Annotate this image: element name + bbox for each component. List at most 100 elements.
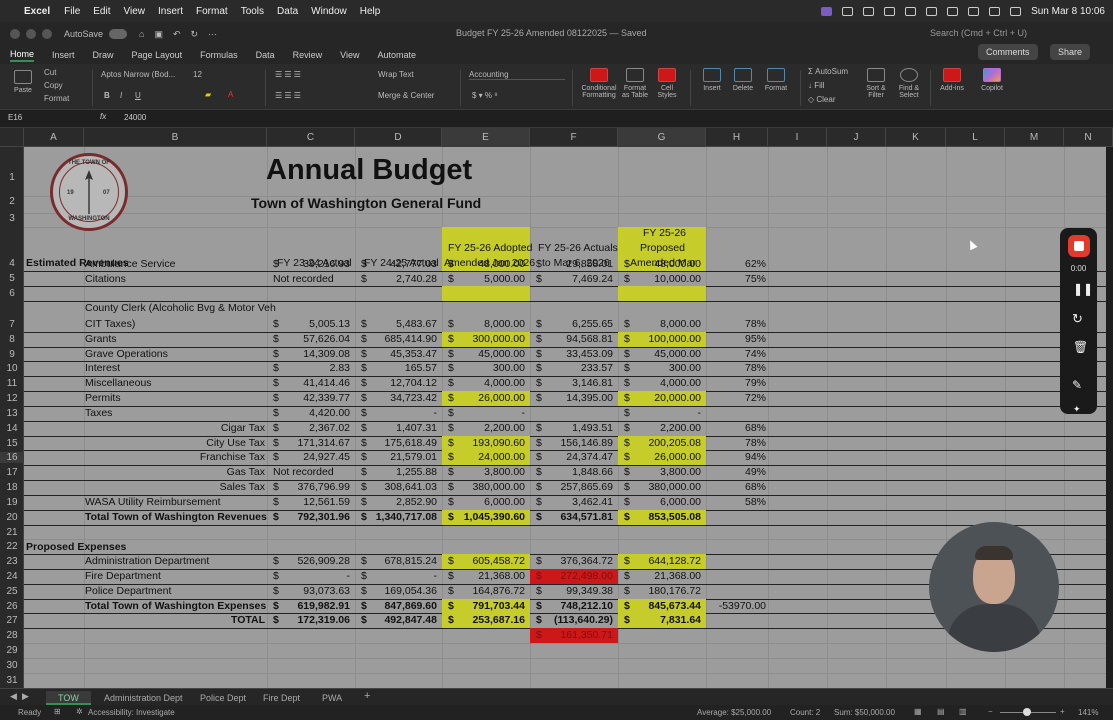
cell-c[interactable]: 526,909.28 — [281, 555, 350, 568]
column-header-c[interactable]: C — [267, 128, 355, 147]
row-header[interactable]: 20 — [0, 512, 24, 523]
cell-g[interactable]: 100,000.00 — [632, 333, 701, 346]
menu-format[interactable]: Format — [196, 6, 228, 17]
cell-c[interactable]: 376,796.99 — [281, 481, 350, 494]
format-as-table-button[interactable]: Format as Table — [620, 68, 650, 99]
cell-d[interactable]: - — [369, 570, 438, 583]
cell-h[interactable]: 72% — [706, 392, 766, 405]
search-input[interactable]: Search (Cmd + Ctrl + U) — [930, 28, 1027, 38]
clear-button[interactable]: ◇ Clear — [808, 95, 836, 104]
menu-file[interactable]: File — [64, 6, 80, 17]
cell-d[interactable]: 2,852.90 — [369, 496, 437, 509]
row-header[interactable]: 21 — [0, 527, 24, 538]
row-header[interactable]: 23 — [0, 556, 24, 567]
wrap-text-button[interactable]: Wrap Text — [378, 70, 414, 79]
cell-d[interactable]: - — [369, 407, 438, 420]
row-label[interactable]: WASA Utility Reimbursement — [85, 496, 221, 509]
restart-icon[interactable]: ↻ — [1072, 311, 1083, 327]
pause-icon[interactable]: ❚❚ — [1073, 282, 1093, 296]
menubar-clock[interactable]: Sun Mar 8 10:06 — [1031, 6, 1105, 17]
screen-record-icon[interactable] — [821, 6, 833, 16]
cell-e[interactable]: - — [456, 407, 526, 420]
comments-button[interactable]: Comments — [978, 44, 1038, 60]
tab-draw[interactable]: Draw — [93, 50, 114, 60]
zoom-in-icon[interactable]: + — [1060, 707, 1065, 716]
cell-h[interactable]: 75% — [706, 273, 766, 286]
font-color-icon[interactable]: A — [228, 90, 233, 99]
menu-data[interactable]: Data — [277, 6, 298, 17]
row-header[interactable]: 4 — [0, 258, 24, 269]
row-label[interactable]: Citations — [85, 273, 126, 286]
cell-g[interactable]: 8,000.00 — [632, 318, 701, 331]
cell-d[interactable]: 2,740.28 — [369, 273, 437, 286]
row-header[interactable]: 30 — [0, 660, 24, 671]
tab-formulas[interactable]: Formulas — [200, 50, 238, 60]
cell-e[interactable]: 300.00 — [456, 362, 525, 375]
page-break-icon[interactable]: ▥ — [959, 707, 967, 716]
conditional-formatting-button[interactable]: Conditional Formatting — [578, 68, 620, 99]
row-header[interactable]: 26 — [0, 601, 24, 612]
cell-g[interactable]: 20,000.00 — [632, 392, 701, 405]
cell-d[interactable]: 5,483.67 — [369, 318, 437, 331]
row-header[interactable]: 14 — [0, 423, 24, 434]
status-icon[interactable] — [842, 6, 854, 16]
row-label[interactable]: Total Town of Washington Revenues — [85, 511, 267, 524]
copy-button[interactable]: Copy — [44, 81, 63, 90]
sheet-tab-administration[interactable]: Administration Dept — [92, 691, 195, 705]
cell-f[interactable]: 33,453.09 — [544, 348, 613, 361]
cell-f[interactable]: 257,865.69 — [544, 481, 613, 494]
cell-f[interactable]: 1,848.66 — [544, 466, 613, 479]
cell-g[interactable]: 48,000.00 — [632, 258, 701, 271]
row-header[interactable]: 25 — [0, 586, 24, 597]
sheet-tab-police[interactable]: Police Dept — [188, 691, 258, 705]
more-icon[interactable]: ⋯ — [208, 29, 217, 40]
normal-view-icon[interactable]: ▦ — [914, 707, 922, 716]
header-proposed[interactable]: Proposed — [640, 242, 685, 255]
row-label[interactable]: TOTAL — [85, 614, 265, 627]
cell-e[interactable]: 21,368.00 — [456, 570, 525, 583]
column-header-d[interactable]: D — [355, 128, 442, 147]
cell-c[interactable]: 41,414.46 — [281, 377, 350, 390]
column-header-m[interactable]: M — [1005, 128, 1064, 147]
cell-h[interactable]: 78% — [706, 437, 766, 450]
zoom-level[interactable]: 141% — [1078, 708, 1098, 717]
zoom-slider-thumb[interactable] — [1023, 708, 1031, 716]
webcam-bubble[interactable] — [929, 522, 1059, 652]
cell-d[interactable]: 21,579.01 — [369, 451, 437, 464]
sheet-tab-pwa[interactable]: PWA — [310, 691, 354, 705]
cell-h[interactable]: 68% — [706, 481, 766, 494]
underline-button[interactable]: U — [135, 91, 141, 100]
formula-input[interactable]: 24000 — [124, 113, 146, 122]
zoom-out-icon[interactable]: − — [988, 707, 993, 716]
cell-g[interactable]: 300.00 — [632, 362, 701, 375]
cell-styles-button[interactable]: Cell Styles — [654, 68, 680, 99]
cell-f[interactable]: 156,146.89 — [544, 437, 613, 450]
cell-d[interactable]: 34,723.42 — [369, 392, 437, 405]
cell-f[interactable]: 29,858.01 — [544, 258, 613, 271]
cell-e[interactable]: 24,000.00 — [456, 451, 525, 464]
row-label[interactable]: Interest — [85, 362, 120, 375]
row-label[interactable]: Taxes — [85, 407, 112, 420]
zoom-window-button[interactable] — [42, 29, 52, 39]
cell-d[interactable]: 42,777.03 — [369, 258, 437, 271]
cell-h[interactable]: 78% — [706, 362, 766, 375]
row-header[interactable]: 17 — [0, 467, 24, 478]
font-name-select[interactable]: Aptos Narrow (Bod... — [101, 70, 183, 79]
italic-button[interactable]: I — [120, 91, 122, 100]
cell-g[interactable]: 45,000.00 — [632, 348, 701, 361]
add-sheet-button[interactable]: + — [364, 690, 370, 702]
cell-f[interactable]: 376,364.72 — [544, 555, 613, 568]
cell-c[interactable]: Not recorded — [273, 466, 334, 479]
tab-view[interactable]: View — [340, 50, 359, 60]
cell-f[interactable]: 1,493.51 — [544, 422, 613, 435]
align-icon[interactable]: ☰ ☰ ☰ — [275, 70, 301, 79]
effects-icon[interactable]: ✦ — [1073, 404, 1081, 415]
cell-g[interactable]: 853,505.08 — [632, 511, 701, 524]
cell-d[interactable]: 685,414.90 — [369, 333, 437, 346]
trash-icon[interactable]: 🗑 — [1073, 340, 1088, 354]
sheet-tab-tow[interactable]: TOW — [46, 691, 91, 705]
cell-e[interactable]: 164,876.72 — [456, 585, 525, 598]
cell-f[interactable]: 233.57 — [544, 362, 613, 375]
merge-center-button[interactable]: Merge & Center — [378, 91, 434, 100]
row-label[interactable]: Grave Operations — [85, 348, 168, 361]
